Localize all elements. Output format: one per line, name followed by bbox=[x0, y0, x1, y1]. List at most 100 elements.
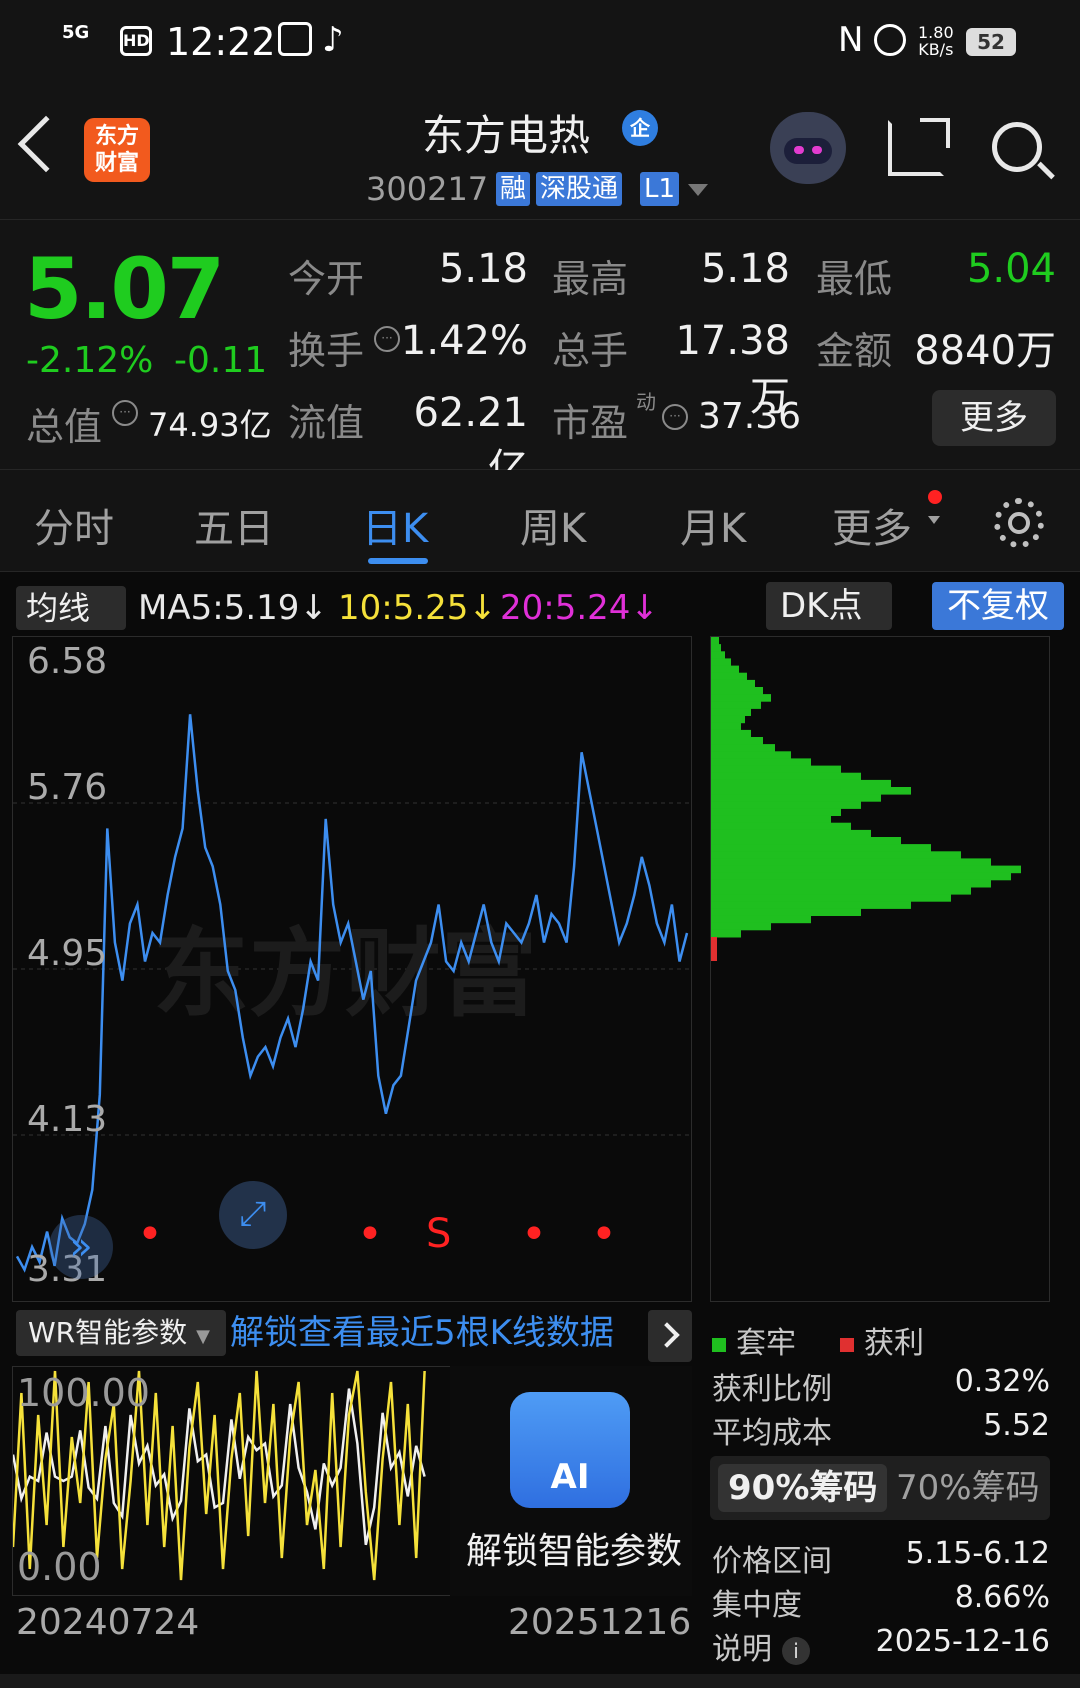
chip-bar-trapped bbox=[711, 901, 911, 909]
chip-bar-trapped bbox=[711, 715, 745, 724]
app-logo[interactable]: 东方 财富 bbox=[84, 118, 150, 182]
alarm-icon bbox=[874, 24, 906, 56]
legend-trapped-label: 套牢 bbox=[736, 1326, 796, 1361]
ma-selector[interactable]: 均线 bbox=[16, 586, 126, 630]
y-tick-label: 4.13 bbox=[27, 1099, 108, 1140]
info-icon[interactable]: ··· bbox=[662, 404, 688, 430]
note-label: 说明 bbox=[712, 1632, 772, 1667]
unlock-smart-params[interactable]: 解锁智能参数 bbox=[454, 1522, 694, 1574]
ai-unlock-panel[interactable]: AI 解锁智能参数 bbox=[450, 1366, 692, 1596]
chip-bar-trapped bbox=[711, 858, 991, 866]
period-tabs: 分时 五日 日K 周K 月K 更多 bbox=[0, 470, 1080, 572]
signal-dot: • bbox=[521, 1209, 547, 1260]
signal-dot: • bbox=[137, 1209, 163, 1260]
legend-swatch bbox=[712, 1337, 726, 1352]
chip-bar-trapped bbox=[711, 822, 851, 831]
ma10-value: 10:5.25↓ bbox=[338, 588, 497, 628]
signal-dot: • bbox=[357, 1209, 383, 1260]
logo-text-1: 东方 bbox=[94, 124, 139, 149]
chip-bar-trapped bbox=[711, 658, 731, 666]
amount-value: 8840万 bbox=[914, 328, 1056, 374]
y-tick-label: 4.95 bbox=[27, 933, 108, 974]
ai-chart-icon[interactable]: AI bbox=[510, 1392, 630, 1508]
end-date: 20251216 bbox=[508, 1602, 692, 1643]
stock-code: 300217 bbox=[366, 170, 489, 208]
chip-bar-trapped bbox=[711, 744, 775, 752]
chip-bar-trapped bbox=[711, 737, 763, 745]
expand-left-icon[interactable]: » bbox=[49, 1215, 113, 1279]
chip-bar-trapped bbox=[711, 679, 755, 688]
chip-bar-trapped bbox=[711, 772, 861, 781]
chip-bar-trapped bbox=[711, 708, 751, 716]
chip-bar-trapped bbox=[711, 672, 747, 681]
dk-label: DK点 bbox=[780, 586, 863, 626]
tab-90-chips[interactable]: 90%筹码 bbox=[718, 1464, 888, 1512]
battery-icon: 52 bbox=[966, 28, 1016, 56]
current-price: 5.07 bbox=[24, 240, 225, 338]
chevron-down-icon[interactable] bbox=[688, 184, 708, 196]
chip-bar-trapped bbox=[711, 929, 741, 938]
tab-weekly-k[interactable]: 周K bbox=[520, 496, 586, 554]
tab-more[interactable]: 更多 bbox=[832, 496, 912, 554]
chip-bar-trapped bbox=[711, 687, 763, 695]
avg-cost-label: 平均成本 bbox=[712, 1416, 832, 1451]
fullscreen-icon[interactable]: ⤢ bbox=[219, 1181, 287, 1249]
total-value: 74.93亿 bbox=[148, 406, 272, 444]
tab-five-day[interactable]: 五日 bbox=[194, 496, 274, 554]
chip-bar-trapped bbox=[711, 651, 725, 659]
ma5-value: MA5:5.19↓ bbox=[138, 588, 328, 628]
change-amount: -0.11 bbox=[174, 340, 268, 381]
profit-ratio-label: 获利比例 bbox=[712, 1372, 832, 1407]
stock-header: 东方 财富 东方电热 企 300217 融 深股通 L1 bbox=[0, 84, 1080, 220]
unlock-kline-link[interactable]: 解锁查看最近5根K线数据 bbox=[230, 1310, 614, 1356]
info-icon[interactable]: ··· bbox=[112, 400, 138, 426]
float-value-label: 流值 bbox=[288, 401, 365, 445]
chip-bar-trapped bbox=[711, 844, 931, 852]
amount-label: 金额 bbox=[816, 329, 893, 373]
info-icon[interactable]: ··· bbox=[374, 326, 400, 352]
back-icon[interactable] bbox=[17, 115, 75, 173]
chip-bar-trapped bbox=[711, 872, 1011, 881]
tab-intraday[interactable]: 分时 bbox=[34, 496, 114, 554]
gear-center bbox=[1008, 512, 1030, 534]
high-value: 5.18 bbox=[700, 246, 790, 292]
chart-area: 均线 MA5:5.19↓ 10:5.25↓ 20:5.24↓ DK点 不复权 东… bbox=[0, 572, 1080, 1688]
wr-top-label: 100.00 bbox=[17, 1371, 150, 1415]
no-adjust-button[interactable]: 不复权 bbox=[932, 582, 1064, 630]
tab-monthly-k[interactable]: 月K bbox=[680, 496, 746, 554]
dk-point-button[interactable]: DK点 bbox=[766, 582, 892, 630]
info-icon[interactable]: i bbox=[782, 1636, 810, 1665]
active-tab-indicator bbox=[368, 558, 428, 564]
legend-profit-label: 获利 bbox=[864, 1326, 924, 1361]
tab-daily-k[interactable]: 日K bbox=[362, 496, 428, 554]
signal-dot: • bbox=[591, 1209, 617, 1260]
wr-parameter-button[interactable]: WR智能参数 ▼ bbox=[16, 1310, 226, 1356]
sell-signal-mark: S bbox=[426, 1211, 451, 1257]
bottom-bar bbox=[0, 1674, 1080, 1688]
status-bar: 5G HD 12:22 ♪ N 1.80 KB/s 52 bbox=[0, 0, 1080, 84]
tab-70-chips[interactable]: 70%筹码 bbox=[886, 1464, 1050, 1512]
chip-bar-trapped bbox=[711, 644, 721, 652]
more-quote-button[interactable]: 更多 bbox=[932, 390, 1056, 446]
chip-bar-trapped bbox=[711, 765, 841, 774]
chip-bar-trapped bbox=[711, 908, 861, 916]
chip-bar-profit bbox=[711, 937, 717, 961]
price-chart[interactable]: 东方财富 • • S • • 6.58 5.76 4.95 4.13 3.31 » ⤢ bbox=[12, 636, 693, 1302]
chip-bar-trapped bbox=[711, 779, 891, 788]
ma20-value: 20:5.24↓ bbox=[500, 588, 659, 628]
chevron-right-icon[interactable] bbox=[648, 1310, 692, 1362]
chip-bar-trapped bbox=[711, 887, 971, 895]
logo-text-2: 财富 bbox=[94, 151, 139, 176]
search-icon[interactable] bbox=[992, 122, 1042, 172]
robot-assistant-icon[interactable] bbox=[770, 112, 846, 184]
profit-ratio-value: 0.32% bbox=[954, 1364, 1050, 1399]
legend-profit: 获利 bbox=[840, 1318, 924, 1362]
chip-bar-trapped bbox=[711, 894, 951, 902]
chip-bar-trapped bbox=[711, 751, 791, 759]
chip-bar-trapped bbox=[711, 865, 1021, 874]
volume-label: 总手 bbox=[552, 329, 629, 373]
legend-swatch bbox=[840, 1337, 854, 1352]
avg-cost-value: 5.52 bbox=[983, 1408, 1050, 1443]
chip-percent-tabs: 90%筹码 70%筹码 bbox=[710, 1456, 1050, 1520]
legend-trapped: 套牢 bbox=[712, 1318, 796, 1362]
